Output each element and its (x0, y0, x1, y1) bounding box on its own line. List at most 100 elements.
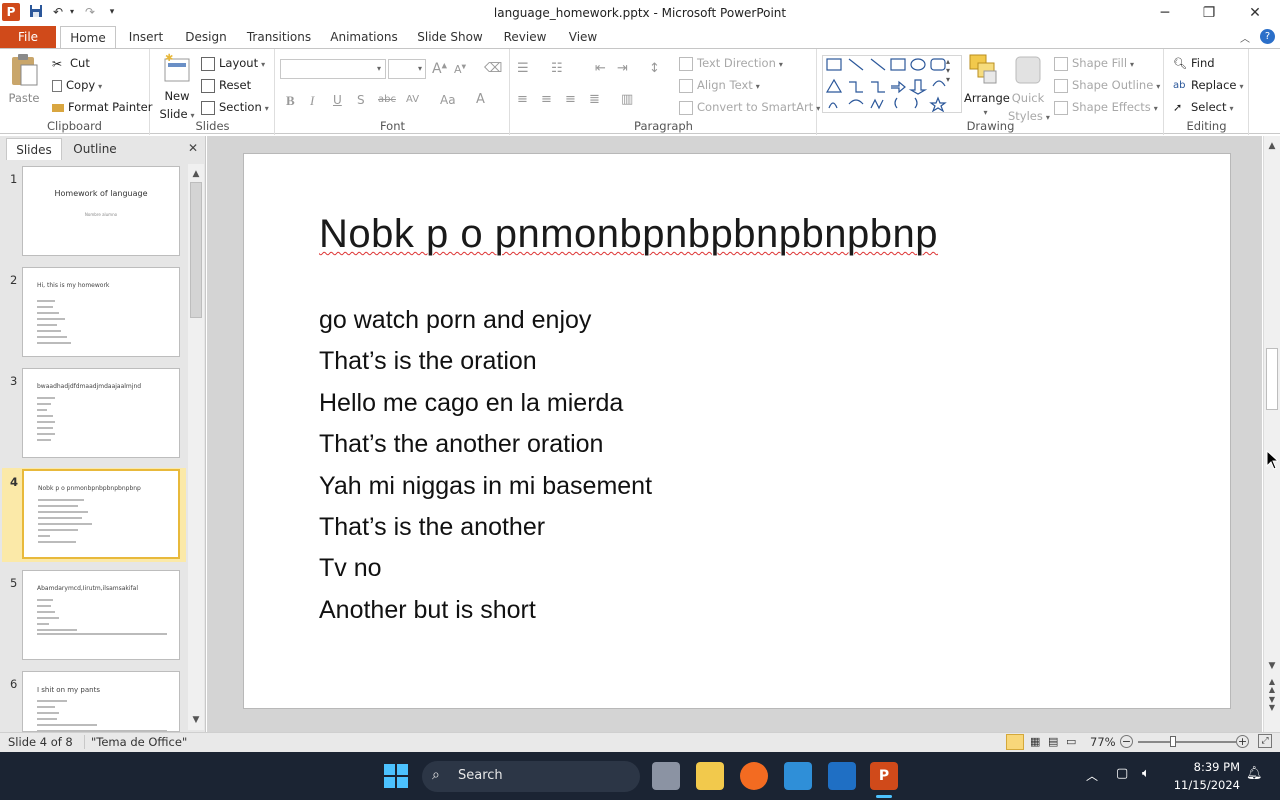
paste-button[interactable]: Paste (6, 53, 42, 111)
character-spacing-button[interactable]: AV (406, 94, 419, 105)
convert-smartart-button[interactable]: Convert to SmartArt ▾ (679, 99, 820, 117)
numbering-icon[interactable]: ☷ (551, 61, 563, 76)
grow-font-icon[interactable]: A▲ (432, 61, 447, 77)
shapes-more-icon[interactable]: ▴ ▾ ▾ (946, 57, 950, 84)
format-painter-button[interactable]: Format Painter (52, 99, 152, 117)
tab-home[interactable]: Home (60, 26, 116, 49)
align-right-icon[interactable]: ≡ (565, 92, 576, 107)
reading-view-icon[interactable]: ▤ (1048, 735, 1058, 748)
strikethrough-button[interactable]: abc (378, 94, 396, 105)
tab-slides[interactable]: Slides (6, 138, 62, 160)
theme-name[interactable]: "Tema de Office" (84, 735, 187, 749)
columns-icon[interactable]: ▥ (621, 92, 633, 107)
minimize-button[interactable]: ─ (1142, 0, 1188, 26)
normal-view-icon[interactable] (1006, 734, 1024, 750)
zoom-slider-thumb[interactable] (1170, 736, 1176, 747)
slide-thumbnail-5[interactable]: Abamdarymcd,Iirutm,ilsamsakifal (22, 570, 180, 660)
shadow-button[interactable]: S (357, 93, 365, 107)
help-icon[interactable]: ? (1260, 29, 1275, 44)
slide-canvas[interactable]: Nobk p o pnmonbpnbpbnpbnpbnp go watch po… (244, 154, 1230, 708)
bullets-icon[interactable]: ☰ (517, 61, 529, 76)
minimize-ribbon-icon[interactable]: ︿ (1240, 30, 1250, 45)
photos-icon[interactable] (784, 762, 812, 790)
align-center-icon[interactable]: ≡ (541, 92, 552, 107)
previous-slide-icon[interactable]: ▲ ▲ (1264, 678, 1280, 694)
scroll-down-icon[interactable]: ▼ (188, 712, 204, 728)
tab-view[interactable]: View (562, 26, 604, 48)
tab-insert[interactable]: Insert (122, 26, 170, 48)
slide-sorter-icon[interactable]: ▦ (1030, 735, 1040, 748)
clock-time[interactable]: 8:39 PM (1178, 760, 1240, 774)
text-direction-button[interactable]: Text Direction ▾ (679, 55, 783, 73)
main-scroll-thumb[interactable] (1266, 348, 1278, 410)
shape-outline-button[interactable]: Shape Outline ▾ (1054, 77, 1160, 95)
change-case-button[interactable]: Aa (440, 93, 456, 107)
font-size-dropdown[interactable]: ▾ (388, 59, 426, 79)
font-name-dropdown[interactable]: ▾ (280, 59, 386, 79)
slide-thumbnail-2[interactable]: Hi, this is my homework (22, 267, 180, 357)
tab-slide-show[interactable]: Slide Show (414, 26, 486, 48)
italic-button[interactable]: I (310, 93, 314, 109)
taskbar-search[interactable]: ⌕ Search (422, 761, 640, 792)
next-slide-icon[interactable]: ▼ ▼ (1264, 696, 1280, 712)
slide-thumbnail-6[interactable]: I shit on my pants (22, 671, 180, 732)
zoom-level[interactable]: 77% (1090, 735, 1116, 749)
tray-chevron-icon[interactable]: ︿ (1086, 767, 1098, 784)
scroll-up-icon[interactable]: ▲ (188, 166, 204, 182)
pane-scroll-thumb[interactable] (190, 182, 202, 318)
quick-styles-button[interactable]: Quick Styles ▾ (1008, 53, 1050, 126)
new-slide-button[interactable]: ✱ New Slide ▾ (157, 53, 197, 124)
arrange-button[interactable]: Arrange ▾ (964, 53, 1010, 117)
tab-animations[interactable]: Animations (328, 26, 400, 48)
slide-body[interactable]: go watch porn and enjoy That’s is the or… (319, 300, 652, 631)
clock-date[interactable]: 11/15/2024 (1170, 778, 1240, 792)
slide-thumbnail-3[interactable]: bwaadhadjdfdmaadjmdaajaalmjnd (22, 368, 180, 458)
windows-start-icon[interactable] (384, 764, 408, 788)
shapes-gallery[interactable] (822, 55, 962, 113)
slide-title[interactable]: Nobk p o pnmonbpnbpbnpbnpbnp (319, 212, 938, 257)
scroll-up-icon[interactable]: ▲ (1264, 138, 1280, 154)
powerpoint-taskbar-icon[interactable]: P (870, 762, 898, 790)
shrink-font-icon[interactable]: A▼ (454, 63, 466, 76)
notification-bell-icon[interactable]: 🔔︎ (1246, 766, 1263, 781)
zoom-in-icon[interactable]: + (1236, 735, 1249, 748)
bold-button[interactable]: B (286, 93, 295, 109)
decrease-indent-icon[interactable]: ⇤ (595, 61, 606, 76)
copy-button[interactable]: Copy ▾ (52, 77, 102, 95)
firefox-icon[interactable] (740, 762, 768, 790)
increase-indent-icon[interactable]: ⇥ (617, 61, 628, 76)
scroll-down-icon[interactable]: ▼ (1264, 658, 1280, 674)
clear-formatting-icon[interactable]: ⌫ (484, 61, 502, 76)
close-pane-icon[interactable]: ✕ (188, 141, 198, 155)
reset-button[interactable]: Reset (201, 77, 251, 95)
file-explorer-icon[interactable] (696, 762, 724, 790)
network-icon[interactable]: ▢ (1116, 766, 1128, 781)
justify-icon[interactable]: ≣ (589, 92, 600, 107)
layout-button[interactable]: Layout ▾ (201, 55, 265, 73)
tab-transitions[interactable]: Transitions (244, 26, 314, 48)
underline-button[interactable]: U (333, 93, 342, 107)
section-button[interactable]: Section ▾ (201, 99, 269, 117)
close-button[interactable]: ✕ (1232, 0, 1278, 26)
tab-file[interactable]: File (0, 26, 56, 48)
main-scrollbar[interactable]: ▲ ▼ ▲ ▲ ▼ ▼ (1263, 136, 1280, 732)
select-button[interactable]: ➚ Select ▾ (1173, 99, 1234, 117)
cut-button[interactable]: ✂ Cut (52, 55, 90, 73)
task-view-icon[interactable] (652, 762, 680, 790)
remote-app-icon[interactable] (828, 762, 856, 790)
replace-button[interactable]: ab Replace ▾ (1173, 77, 1244, 95)
slide-thumbnail-1[interactable]: Homework of language Nombre alumno (22, 166, 180, 256)
volume-icon[interactable]: 🔈︎ (1142, 766, 1150, 781)
shape-fill-button[interactable]: Shape Fill ▾ (1054, 55, 1134, 73)
slide-thumbnail-4[interactable]: Nobk p o pnmonbpnbpbnpbnpbnp (22, 469, 180, 559)
tab-outline[interactable]: Outline (64, 138, 126, 160)
slide-show-icon[interactable]: ▭ (1066, 735, 1076, 748)
fit-slide-icon[interactable]: ⤢ (1258, 734, 1272, 748)
align-text-button[interactable]: Align Text ▾ (679, 77, 760, 95)
shape-effects-button[interactable]: Shape Effects ▾ (1054, 99, 1158, 117)
tab-review[interactable]: Review (500, 26, 550, 48)
pane-scrollbar[interactable]: ▲ ▼ (188, 164, 204, 730)
font-color-button[interactable]: A (476, 92, 485, 107)
restore-button[interactable]: ❐ (1186, 0, 1232, 26)
find-button[interactable]: 🔍︎ Find (1173, 55, 1215, 73)
